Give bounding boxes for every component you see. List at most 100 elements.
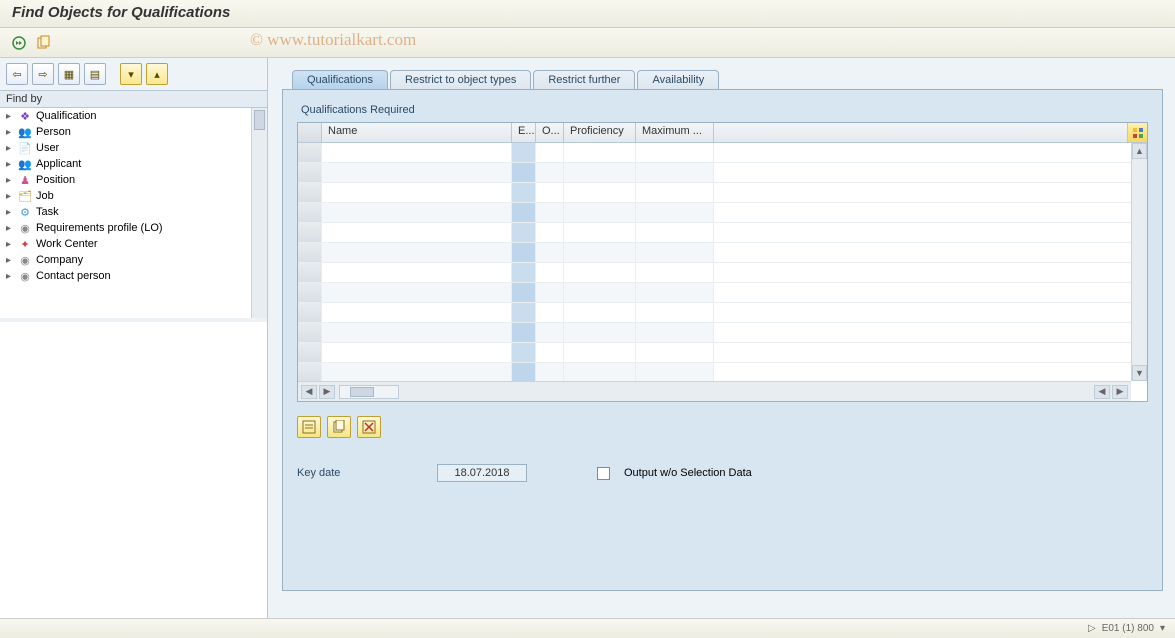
table-row[interactable] (298, 283, 1147, 303)
grid-header-proficiency[interactable]: Proficiency (564, 123, 636, 142)
expand-arrow-icon[interactable]: ▸ (6, 175, 14, 186)
row-selector[interactable] (298, 263, 322, 282)
hscroll-left2-icon[interactable]: ◀ (1094, 385, 1110, 399)
expand-arrow-icon[interactable]: ▸ (6, 223, 14, 234)
grid-body[interactable] (298, 143, 1147, 381)
cell-e[interactable] (512, 263, 536, 282)
table-row[interactable] (298, 223, 1147, 243)
cell-e[interactable] (512, 143, 536, 162)
cell-proficiency[interactable] (564, 143, 636, 162)
expand-arrow-icon[interactable]: ▸ (6, 111, 14, 122)
cell-e[interactable] (512, 223, 536, 242)
cell-o[interactable] (536, 303, 564, 322)
row-selector[interactable] (298, 363, 322, 381)
expand-arrow-icon[interactable]: ▸ (6, 143, 14, 154)
hscroll-right2-icon[interactable]: ▶ (1112, 385, 1128, 399)
collapse-button[interactable]: ▴ (146, 63, 168, 85)
expand-arrow-icon[interactable]: ▸ (6, 255, 14, 266)
tree-view-button[interactable]: ▦ (58, 63, 80, 85)
key-date-input[interactable] (437, 464, 527, 482)
copy-icon[interactable] (34, 34, 52, 52)
cell-maximum[interactable] (636, 163, 714, 182)
cell-e[interactable] (512, 283, 536, 302)
tree-item-user[interactable]: ▸📄User (0, 140, 267, 156)
cell-maximum[interactable] (636, 363, 714, 381)
grid-header-selector[interactable] (298, 123, 322, 142)
tree-item-contact-person[interactable]: ▸◉Contact person (0, 268, 267, 284)
cell-e[interactable] (512, 183, 536, 202)
expand-arrow-icon[interactable]: ▸ (6, 239, 14, 250)
expand-arrow-icon[interactable]: ▸ (6, 127, 14, 138)
cell-o[interactable] (536, 323, 564, 342)
cell-e[interactable] (512, 303, 536, 322)
tree-item-work-center[interactable]: ▸✦Work Center (0, 236, 267, 252)
cell-proficiency[interactable] (564, 183, 636, 202)
cell-name[interactable] (322, 183, 512, 202)
duplicate-row-button[interactable] (327, 416, 351, 438)
cell-proficiency[interactable] (564, 203, 636, 222)
execute-icon[interactable] (10, 34, 28, 52)
grid-header-name[interactable]: Name (322, 123, 512, 142)
grid-header-e[interactable]: E... (512, 123, 536, 142)
cell-proficiency[interactable] (564, 223, 636, 242)
cell-proficiency[interactable] (564, 323, 636, 342)
insert-row-button[interactable] (297, 416, 321, 438)
table-row[interactable] (298, 183, 1147, 203)
cell-e[interactable] (512, 243, 536, 262)
cell-maximum[interactable] (636, 283, 714, 302)
tree-item-job[interactable]: ▸🗂Job (0, 188, 267, 204)
tree-item-company[interactable]: ▸◉Company (0, 252, 267, 268)
scroll-up-icon[interactable]: ▲ (1132, 143, 1147, 159)
cell-o[interactable] (536, 283, 564, 302)
expand-arrow-icon[interactable]: ▸ (6, 271, 14, 282)
grid-hscrollbar[interactable]: ◀ ▶ ◀ ▶ (298, 381, 1131, 401)
cell-maximum[interactable] (636, 143, 714, 162)
nav-back-button[interactable]: ⇦ (6, 63, 28, 85)
cell-name[interactable] (322, 163, 512, 182)
layout-button[interactable]: ▤ (84, 63, 106, 85)
cell-maximum[interactable] (636, 263, 714, 282)
table-row[interactable] (298, 203, 1147, 223)
cell-o[interactable] (536, 343, 564, 362)
row-selector[interactable] (298, 243, 322, 262)
cell-name[interactable] (322, 323, 512, 342)
row-selector[interactable] (298, 303, 322, 322)
cell-maximum[interactable] (636, 183, 714, 202)
status-menu-icon[interactable]: ▾ (1160, 623, 1165, 634)
grid-vscrollbar[interactable]: ▲ ▼ (1131, 143, 1147, 381)
cell-proficiency[interactable] (564, 163, 636, 182)
cell-o[interactable] (536, 163, 564, 182)
cell-e[interactable] (512, 203, 536, 222)
cell-o[interactable] (536, 223, 564, 242)
cell-maximum[interactable] (636, 203, 714, 222)
row-selector[interactable] (298, 203, 322, 222)
cell-maximum[interactable] (636, 343, 714, 362)
cell-maximum[interactable] (636, 303, 714, 322)
cell-name[interactable] (322, 243, 512, 262)
cell-name[interactable] (322, 143, 512, 162)
cell-name[interactable] (322, 303, 512, 322)
cell-o[interactable] (536, 363, 564, 381)
output-checkbox[interactable] (597, 467, 610, 480)
object-tree[interactable]: ▸❖Qualification▸👥Person▸📄User▸👥Applicant… (0, 108, 267, 318)
cell-e[interactable] (512, 363, 536, 381)
cell-e[interactable] (512, 343, 536, 362)
cell-name[interactable] (322, 363, 512, 381)
expand-button[interactable]: ▾ (120, 63, 142, 85)
tab-qualifications[interactable]: Qualifications (292, 70, 388, 89)
cell-e[interactable] (512, 323, 536, 342)
hscroll-right-icon[interactable]: ▶ (319, 385, 335, 399)
cell-maximum[interactable] (636, 243, 714, 262)
expand-arrow-icon[interactable]: ▸ (6, 159, 14, 170)
tree-item-task[interactable]: ▸⚙Task (0, 204, 267, 220)
cell-maximum[interactable] (636, 223, 714, 242)
cell-proficiency[interactable] (564, 283, 636, 302)
cell-proficiency[interactable] (564, 263, 636, 282)
cell-name[interactable] (322, 223, 512, 242)
tree-item-position[interactable]: ▸♟Position (0, 172, 267, 188)
expand-arrow-icon[interactable]: ▸ (6, 191, 14, 202)
table-row[interactable] (298, 263, 1147, 283)
table-row[interactable] (298, 243, 1147, 263)
tree-item-applicant[interactable]: ▸👥Applicant (0, 156, 267, 172)
cell-o[interactable] (536, 183, 564, 202)
